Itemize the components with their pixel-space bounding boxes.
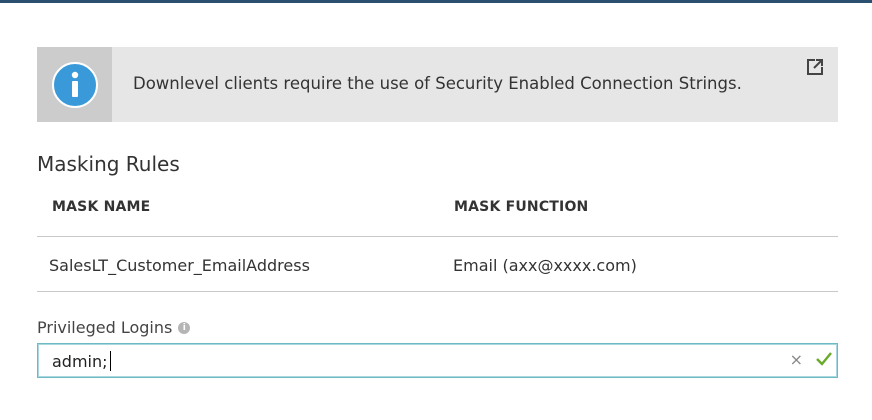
privileged-logins-value[interactable]: admin;	[52, 351, 111, 371]
checkmark-icon	[815, 350, 833, 368]
info-banner: Downlevel clients require the use of Sec…	[37, 47, 838, 122]
mask-function-cell: Email (axx@xxxx.com)	[453, 256, 637, 275]
info-small-icon[interactable]: i	[178, 321, 191, 334]
privileged-logins-label: Privileged Logins i	[37, 318, 191, 337]
info-icon-container	[37, 47, 112, 122]
banner-message: Downlevel clients require the use of Sec…	[133, 74, 742, 93]
top-accent-bar	[0, 0, 872, 3]
external-link-icon[interactable]	[806, 58, 824, 76]
column-header-mask-name: MASK NAME	[52, 199, 151, 215]
column-header-mask-function: MASK FUNCTION	[454, 199, 589, 215]
mask-name-cell: SalesLT_Customer_EmailAddress	[49, 256, 310, 275]
masking-rules-title: Masking Rules	[37, 152, 180, 176]
privileged-logins-label-text: Privileged Logins	[37, 318, 173, 337]
info-icon	[51, 61, 98, 108]
table-divider	[37, 291, 838, 292]
table-row[interactable]: SalesLT_Customer_EmailAddress Email (axx…	[37, 237, 838, 291]
text-caret	[109, 351, 111, 371]
clear-icon[interactable]: ×	[790, 350, 803, 369]
input-text: admin;	[52, 351, 108, 371]
privileged-logins-input[interactable]: admin; ×	[37, 343, 838, 378]
